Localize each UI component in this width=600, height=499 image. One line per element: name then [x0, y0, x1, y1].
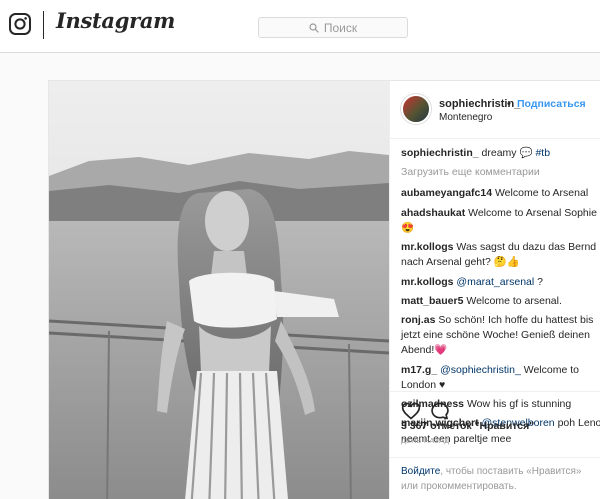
- heart-icon[interactable]: [401, 401, 421, 421]
- search-input[interactable]: Поиск: [258, 17, 408, 38]
- login-link[interactable]: Войдите: [401, 466, 440, 477]
- nav-divider: [43, 11, 44, 39]
- speech-bubble-emoji: 💬: [519, 147, 533, 159]
- load-more-comments-button[interactable]: Загрузить еще комментарии: [401, 165, 600, 180]
- comment-text: ?: [534, 275, 543, 288]
- list-item: m17.g_ @sophiechristin_ Welcome to Londo…: [401, 363, 600, 393]
- heart-emoji: 💗: [434, 344, 448, 357]
- comment-text: Welcome to Arsenal: [492, 187, 589, 200]
- search-icon: [309, 22, 319, 33]
- list-item: ahadshaukat Welcome to Arsenal Sophie 😍: [401, 206, 600, 236]
- list-item: matt_bauer5 Welcome to arsenal.: [401, 294, 600, 309]
- list-item: mr.kollogs Was sagst du dazu das Bernd n…: [401, 240, 600, 270]
- post-photo-image: [49, 81, 389, 499]
- post-timestamp: ДЕНЬ НАЗАД: [401, 438, 450, 445]
- mention-link[interactable]: @marat_arsenal: [454, 276, 534, 288]
- comment-username[interactable]: aubameyangafc14: [401, 187, 492, 199]
- comment-username[interactable]: ronj.as: [401, 314, 435, 326]
- top-navigation: Instagram Поиск: [0, 0, 600, 53]
- caption: sophiechristin_ dreamy 💬 #tb: [401, 146, 600, 161]
- comment-username[interactable]: m17.g_: [401, 364, 437, 376]
- instagram-wordmark[interactable]: Instagram: [56, 8, 175, 33]
- instagram-glyph-icon[interactable]: [9, 13, 31, 35]
- caption-username[interactable]: sophiechristin_: [401, 147, 479, 159]
- post-photo[interactable]: [49, 81, 389, 499]
- comment-username[interactable]: matt_bauer5: [401, 295, 463, 307]
- comment-username[interactable]: ahadshaukat: [401, 207, 465, 219]
- post-header: sophiechristin_ • Подписаться Montenegro: [390, 81, 600, 139]
- follow-button[interactable]: Подписаться: [517, 98, 586, 110]
- list-item: ronj.as So schön! Ich hoffe du hattest b…: [401, 313, 600, 359]
- caption-text: dreamy: [478, 147, 520, 159]
- login-prompt: Войдите, чтобы поставить «Нравится» или …: [390, 457, 600, 499]
- comment-username[interactable]: mr.kollogs: [401, 276, 454, 288]
- post-card: sophiechristin_ • Подписаться Montenegro…: [48, 80, 600, 499]
- separator-dot: •: [507, 98, 511, 110]
- comment-bubble-icon[interactable]: [430, 401, 450, 421]
- post-sidebar: sophiechristin_ • Подписаться Montenegro…: [389, 81, 600, 499]
- list-item: aubameyangafc14 Welcome to Arsenal: [401, 186, 600, 201]
- avatar[interactable]: [401, 94, 431, 124]
- comment-text: Welcome to arsenal.: [463, 294, 562, 307]
- hashtag-link[interactable]: #tb: [535, 147, 550, 159]
- likes-count[interactable]: 3 367 отметок "Нравится": [401, 420, 534, 432]
- mention-link[interactable]: @sophiechristin_: [437, 364, 521, 376]
- search-placeholder: Поиск: [323, 20, 358, 35]
- list-item: mr.kollogs @marat_arsenal ?: [401, 275, 600, 290]
- comment-username[interactable]: mr.kollogs: [401, 241, 454, 253]
- location-link[interactable]: Montenegro: [439, 112, 492, 123]
